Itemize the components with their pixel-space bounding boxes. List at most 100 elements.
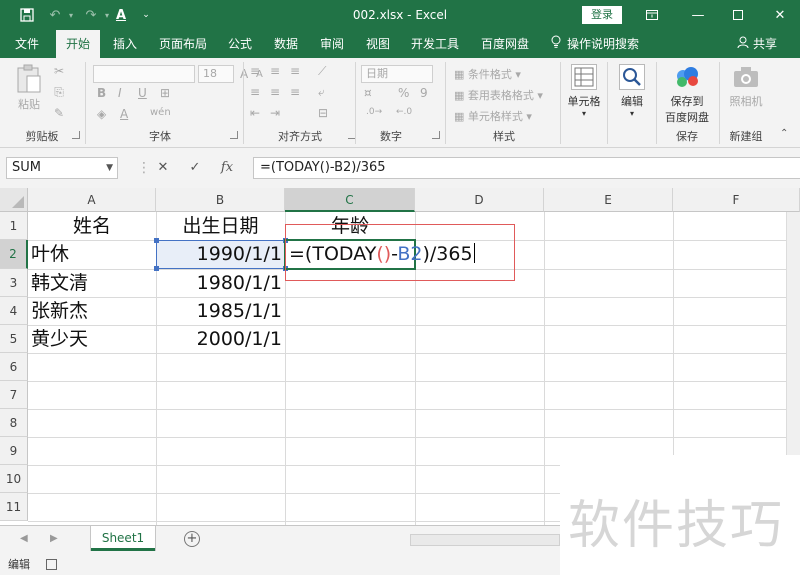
minimize-icon[interactable]: — [680, 0, 716, 30]
increase-indent-icon[interactable]: ⇥ [270, 106, 280, 120]
wrap-text-icon[interactable]: ⤶ [318, 85, 325, 100]
fill-color-icon[interactable]: ◈ [97, 107, 106, 121]
editing-button[interactable]: 编辑 ▾ [614, 64, 650, 118]
copy-icon[interactable]: ⎘ [52, 85, 66, 100]
cell-b5[interactable]: 2000/1/1 [157, 325, 282, 353]
camera-button[interactable]: 照相机 [725, 64, 767, 109]
align-top-icon[interactable]: ≡ [250, 64, 260, 78]
border-icon[interactable]: ⊞ [160, 86, 170, 100]
column-header-e[interactable]: E [544, 188, 673, 212]
align-middle-icon[interactable]: ≡ [270, 64, 280, 78]
format-as-table-button[interactable]: ▦ 套用表格格式 ▾ [454, 87, 543, 103]
cell-a1[interactable]: 姓名 [28, 212, 156, 240]
add-sheet-icon[interactable]: + [184, 531, 200, 547]
column-header-f[interactable]: F [673, 188, 800, 212]
italic-icon[interactable]: I [118, 86, 122, 100]
align-left-icon[interactable]: ≡ [250, 85, 260, 99]
tab-insert[interactable]: 插入 [105, 30, 145, 58]
tab-data[interactable]: 数据 [266, 30, 306, 58]
tab-file[interactable]: 文件 [6, 30, 48, 58]
row-header-7[interactable]: 7 [0, 381, 28, 409]
decrease-decimal-icon[interactable]: ←.0 [396, 107, 412, 117]
accounting-format-icon[interactable]: ¤ [364, 86, 372, 100]
name-box-dropdown-icon[interactable]: ▼ [106, 158, 113, 178]
login-button[interactable]: 登录 [582, 6, 622, 24]
share-button[interactable]: 共享 [737, 30, 777, 58]
merge-center-icon[interactable]: ⊟ [318, 106, 328, 120]
grow-font-icon[interactable]: A [240, 67, 248, 81]
clipboard-launcher-icon[interactable] [72, 131, 80, 139]
name-box[interactable]: SUM ▼ [6, 157, 118, 179]
enter-icon[interactable]: ✓ [184, 157, 206, 179]
cell-styles-button[interactable]: ▦ 单元格样式 ▾ [454, 108, 532, 124]
cell-b4[interactable]: 1985/1/1 [157, 297, 282, 325]
font-launcher-icon[interactable] [230, 131, 238, 139]
number-format-box[interactable]: 日期 [361, 65, 433, 83]
row-header-10[interactable]: 10 [0, 465, 28, 493]
row-header-1[interactable]: 1 [0, 212, 28, 240]
font-name-box[interactable] [93, 65, 195, 83]
tab-review[interactable]: 审阅 [312, 30, 352, 58]
column-header-c[interactable]: C [285, 188, 415, 212]
cells-button[interactable]: 单元格 ▾ [566, 64, 602, 118]
save-icon[interactable] [16, 0, 38, 30]
number-launcher-icon[interactable] [432, 131, 440, 139]
tab-baidu-netdisk[interactable]: 百度网盘 [474, 30, 536, 58]
cell-a3[interactable]: 韩文清 [31, 269, 155, 297]
decrease-indent-icon[interactable]: ⇤ [250, 106, 260, 120]
formula-input[interactable]: =(TODAY()-B2)/365 [253, 157, 800, 179]
paste-button[interactable]: 粘贴 [12, 64, 46, 112]
row-header-8[interactable]: 8 [0, 409, 28, 437]
tab-page-layout[interactable]: 页面布局 [153, 30, 213, 58]
orientation-icon[interactable]: ⟋ [318, 64, 326, 79]
insert-function-icon[interactable]: fx [216, 157, 238, 179]
prev-sheet-icon[interactable]: ◀ [20, 533, 28, 544]
font-color-icon[interactable]: A [120, 107, 128, 121]
row-header-5[interactable]: 5 [0, 325, 28, 353]
percent-icon[interactable]: % [398, 86, 409, 100]
undo-dropdown-icon[interactable]: ▾ [60, 0, 82, 30]
cell-a2[interactable]: 叶休 [31, 240, 155, 268]
increase-decimal-icon[interactable]: .0→ [366, 107, 382, 117]
horizontal-scrollbar[interactable] [410, 534, 560, 546]
format-painter-icon[interactable]: ✎ [52, 106, 66, 120]
font-color-quick-icon[interactable]: A [110, 0, 132, 30]
row-header-9[interactable]: 9 [0, 437, 28, 465]
cancel-icon[interactable]: ✕ [152, 157, 174, 179]
save-to-baidu-button[interactable]: 保存到 百度网盘 [662, 64, 712, 125]
cell-a4[interactable]: 张新杰 [31, 297, 155, 325]
tab-view[interactable]: 视图 [358, 30, 398, 58]
tab-formulas[interactable]: 公式 [220, 30, 260, 58]
row-header-3[interactable]: 3 [0, 269, 28, 297]
column-header-d[interactable]: D [415, 188, 544, 212]
cut-icon[interactable]: ✂ [52, 64, 66, 78]
cell-b1[interactable]: 出生日期 [156, 212, 285, 240]
align-right-icon[interactable]: ≡ [290, 85, 300, 99]
cell-a5[interactable]: 黄少天 [31, 325, 155, 353]
row-header-6[interactable]: 6 [0, 353, 28, 381]
comma-style-icon[interactable]: 9 [420, 86, 428, 100]
tell-me-search[interactable]: 操作说明搜索 [551, 30, 639, 58]
cell-b2[interactable]: 1990/1/1 [157, 240, 282, 268]
font-size-box[interactable]: 18 [198, 65, 234, 83]
tab-developer[interactable]: 开发工具 [404, 30, 466, 58]
phonetic-icon[interactable]: wén [150, 107, 171, 118]
align-center-icon[interactable]: ≡ [270, 85, 280, 99]
column-header-a[interactable]: A [28, 188, 156, 212]
align-bottom-icon[interactable]: ≡ [290, 64, 300, 78]
column-header-b[interactable]: B [156, 188, 285, 212]
tab-home[interactable]: 开始 [56, 30, 100, 58]
row-header-2[interactable]: 2 [0, 240, 28, 269]
cell-b3[interactable]: 1980/1/1 [157, 269, 282, 297]
close-icon[interactable]: ✕ [762, 0, 798, 30]
ribbon-display-icon[interactable] [634, 0, 670, 30]
conditional-format-button[interactable]: ▦ 条件格式 ▾ [454, 66, 521, 82]
bold-icon[interactable]: B [97, 86, 106, 100]
select-all-corner[interactable] [0, 188, 28, 212]
maximize-icon[interactable] [720, 0, 756, 30]
sheet-tab-sheet1[interactable]: Sheet1 [91, 526, 155, 551]
customize-toolbar-icon[interactable]: ⌄ [135, 0, 157, 30]
row-header-11[interactable]: 11 [0, 493, 28, 521]
row-header-4[interactable]: 4 [0, 297, 28, 325]
underline-icon[interactable]: U [138, 86, 147, 100]
